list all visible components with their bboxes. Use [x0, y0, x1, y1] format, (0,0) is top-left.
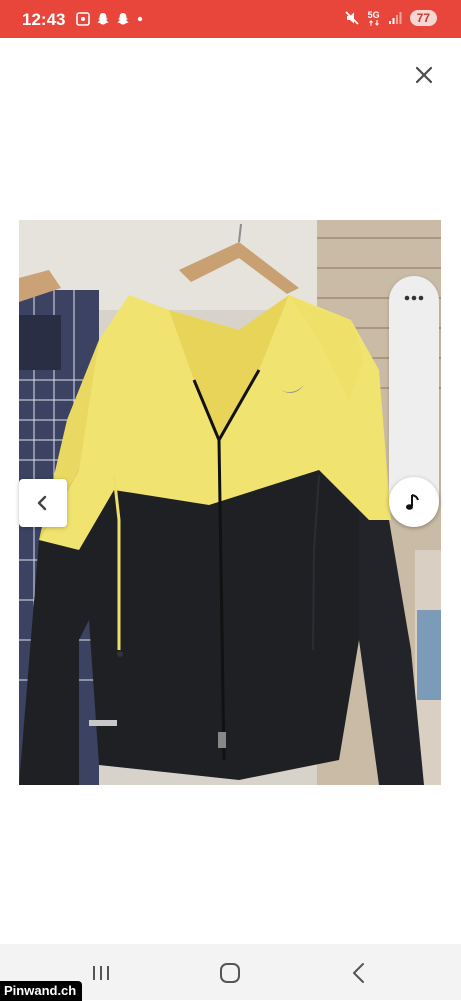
- jacket-photo-image: [19, 220, 441, 785]
- battery-indicator: 77: [409, 10, 437, 26]
- status-system-icons: 5G 77: [344, 10, 437, 26]
- more-options-button[interactable]: [402, 290, 426, 306]
- mute-icon: [344, 11, 359, 25]
- watermark: Pinwand.ch: [0, 981, 83, 1001]
- home-icon: [220, 963, 240, 983]
- snapchat-icon: [97, 13, 109, 25]
- more-dots-icon: [404, 295, 424, 301]
- home-button[interactable]: [215, 960, 245, 986]
- chevron-left-icon: [37, 495, 47, 511]
- signal-icon: [388, 12, 402, 24]
- back-button[interactable]: [344, 960, 374, 986]
- snapchat-icon: [117, 13, 129, 25]
- close-button[interactable]: [412, 63, 436, 87]
- recent-apps-icon: [93, 966, 109, 980]
- recent-apps-button[interactable]: [86, 960, 116, 986]
- previous-image-button[interactable]: [19, 479, 67, 527]
- network-indicator: 5G: [367, 9, 380, 26]
- jacket-photo: [19, 220, 441, 785]
- status-notification-icons: [76, 12, 144, 26]
- screenshot-icon: [76, 12, 90, 26]
- status-time: 12:43: [22, 10, 66, 29]
- music-button[interactable]: [389, 477, 439, 527]
- network-type: 5G: [367, 9, 380, 20]
- dot-icon: [137, 16, 143, 22]
- music-note-icon: [406, 494, 419, 510]
- close-icon: [415, 66, 433, 84]
- back-icon: [353, 963, 364, 983]
- data-arrows-icon: [368, 19, 379, 26]
- status-bar: 12:43 5G 77: [0, 0, 461, 38]
